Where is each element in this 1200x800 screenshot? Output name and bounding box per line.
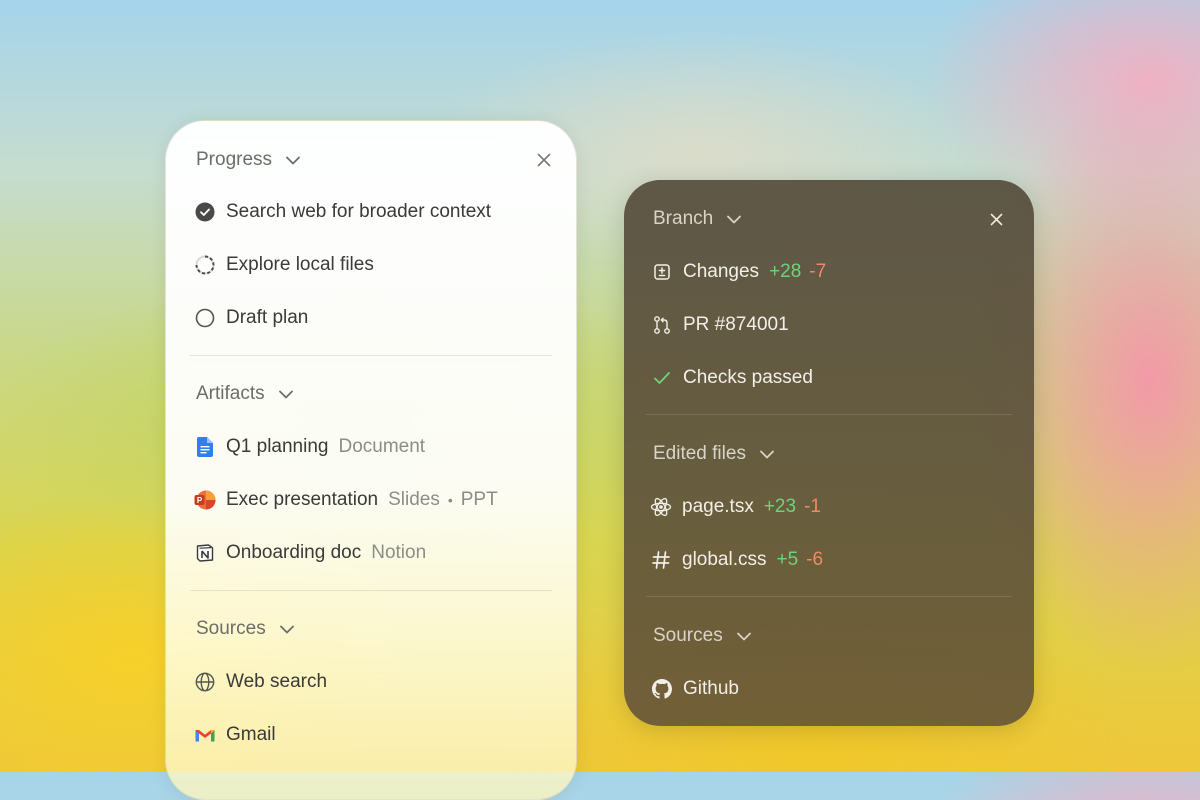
progress-section-toggle[interactable]: Progress <box>196 145 300 175</box>
changes-item[interactable]: Changes +28 -7 <box>651 257 826 287</box>
pull-request-icon <box>651 314 673 336</box>
artifact-type: Document <box>338 436 426 457</box>
divider <box>646 414 1012 415</box>
file-item[interactable]: global.css +5 -6 <box>650 545 823 575</box>
edited-files-section-toggle[interactable]: Edited files <box>653 439 774 469</box>
task-item: Draft plan <box>194 303 308 333</box>
pr-label: PR #874001 <box>683 314 789 335</box>
diff-icon <box>651 261 673 283</box>
pr-item[interactable]: PR #874001 <box>651 310 789 340</box>
artifact-type: Notion <box>371 542 427 563</box>
lines-removed: -7 <box>809 261 827 282</box>
lines-removed: -1 <box>804 496 821 517</box>
chevron-down-icon <box>286 156 300 165</box>
artifact-name: Q1 planning <box>226 436 329 457</box>
artifacts-section-toggle[interactable]: Artifacts <box>196 379 293 409</box>
task-label: Explore local files <box>226 254 374 275</box>
globe-icon <box>194 671 216 693</box>
artifact-item[interactable]: P Exec presentation Slides • PPT <box>194 485 498 515</box>
checks-label: Checks passed <box>683 367 813 388</box>
checkmark-icon <box>651 367 673 389</box>
divider <box>190 355 552 356</box>
lines-removed: -6 <box>806 549 824 570</box>
chevron-down-icon <box>279 625 294 634</box>
checks-item: Checks passed <box>651 363 813 393</box>
lines-added: +5 <box>776 549 799 570</box>
lines-added: +28 <box>769 261 802 282</box>
source-item[interactable]: Gmail <box>194 720 276 750</box>
source-label: Web search <box>226 671 328 692</box>
file-name: global.css <box>682 549 767 570</box>
chevron-down-icon <box>278 390 293 399</box>
artifact-item[interactable]: Q1 planning Document <box>194 432 425 462</box>
chevron-down-icon <box>760 450 774 459</box>
check-circle-icon <box>194 201 216 223</box>
branch-panel: Branch Changes +28 -7 PR #874001 Checks … <box>624 180 1034 726</box>
chevron-down-icon <box>727 215 742 224</box>
progress-section-title: Progress <box>196 149 273 170</box>
google-docs-icon <box>194 436 216 458</box>
task-label: Search web for broader context <box>226 201 492 222</box>
progress-panel: Progress Search web for broader context … <box>165 120 577 800</box>
artifact-item[interactable]: Onboarding doc Notion <box>194 538 426 568</box>
task-label: Draft plan <box>226 307 309 328</box>
source-item[interactable]: Github <box>651 674 739 704</box>
task-item: Explore local files <box>194 250 374 280</box>
close-icon[interactable] <box>985 208 1007 230</box>
artifact-name: Exec presentation <box>226 489 379 510</box>
divider <box>646 596 1012 597</box>
branch-section-title: Branch <box>653 208 714 229</box>
hash-icon <box>650 549 672 571</box>
branch-section-toggle[interactable]: Branch <box>653 204 742 234</box>
source-label: Gmail <box>226 724 276 745</box>
chevron-down-icon <box>736 632 751 641</box>
close-icon[interactable] <box>533 149 555 171</box>
changes-label: Changes <box>683 261 760 282</box>
sources-section-toggle[interactable]: Sources <box>653 621 751 651</box>
github-icon <box>651 678 673 700</box>
artifact-name: Onboarding doc <box>226 542 362 563</box>
edited-files-section-title: Edited files <box>653 443 746 464</box>
powerpoint-icon: P <box>194 489 216 511</box>
source-label: Github <box>683 678 739 699</box>
artifacts-section-title: Artifacts <box>196 383 265 404</box>
react-icon <box>650 496 672 518</box>
task-item: Search web for broader context <box>194 197 491 227</box>
empty-circle-icon <box>194 307 216 329</box>
gmail-icon <box>194 724 216 746</box>
file-item[interactable]: page.tsx +23 -1 <box>650 492 821 522</box>
file-name: page.tsx <box>682 496 754 517</box>
artifact-type: Slides <box>388 489 440 510</box>
source-item[interactable]: Web search <box>194 667 327 697</box>
lines-added: +23 <box>763 496 797 517</box>
sources-section-title: Sources <box>653 625 723 646</box>
spinner-icon <box>194 254 216 276</box>
sources-section-title: Sources <box>196 618 266 639</box>
notion-icon <box>194 542 216 564</box>
separator-dot: • <box>447 492 453 508</box>
divider <box>190 590 552 591</box>
sources-section-toggle[interactable]: Sources <box>196 614 294 644</box>
svg-text:P: P <box>197 496 203 505</box>
artifact-subtype: PPT <box>460 489 498 510</box>
